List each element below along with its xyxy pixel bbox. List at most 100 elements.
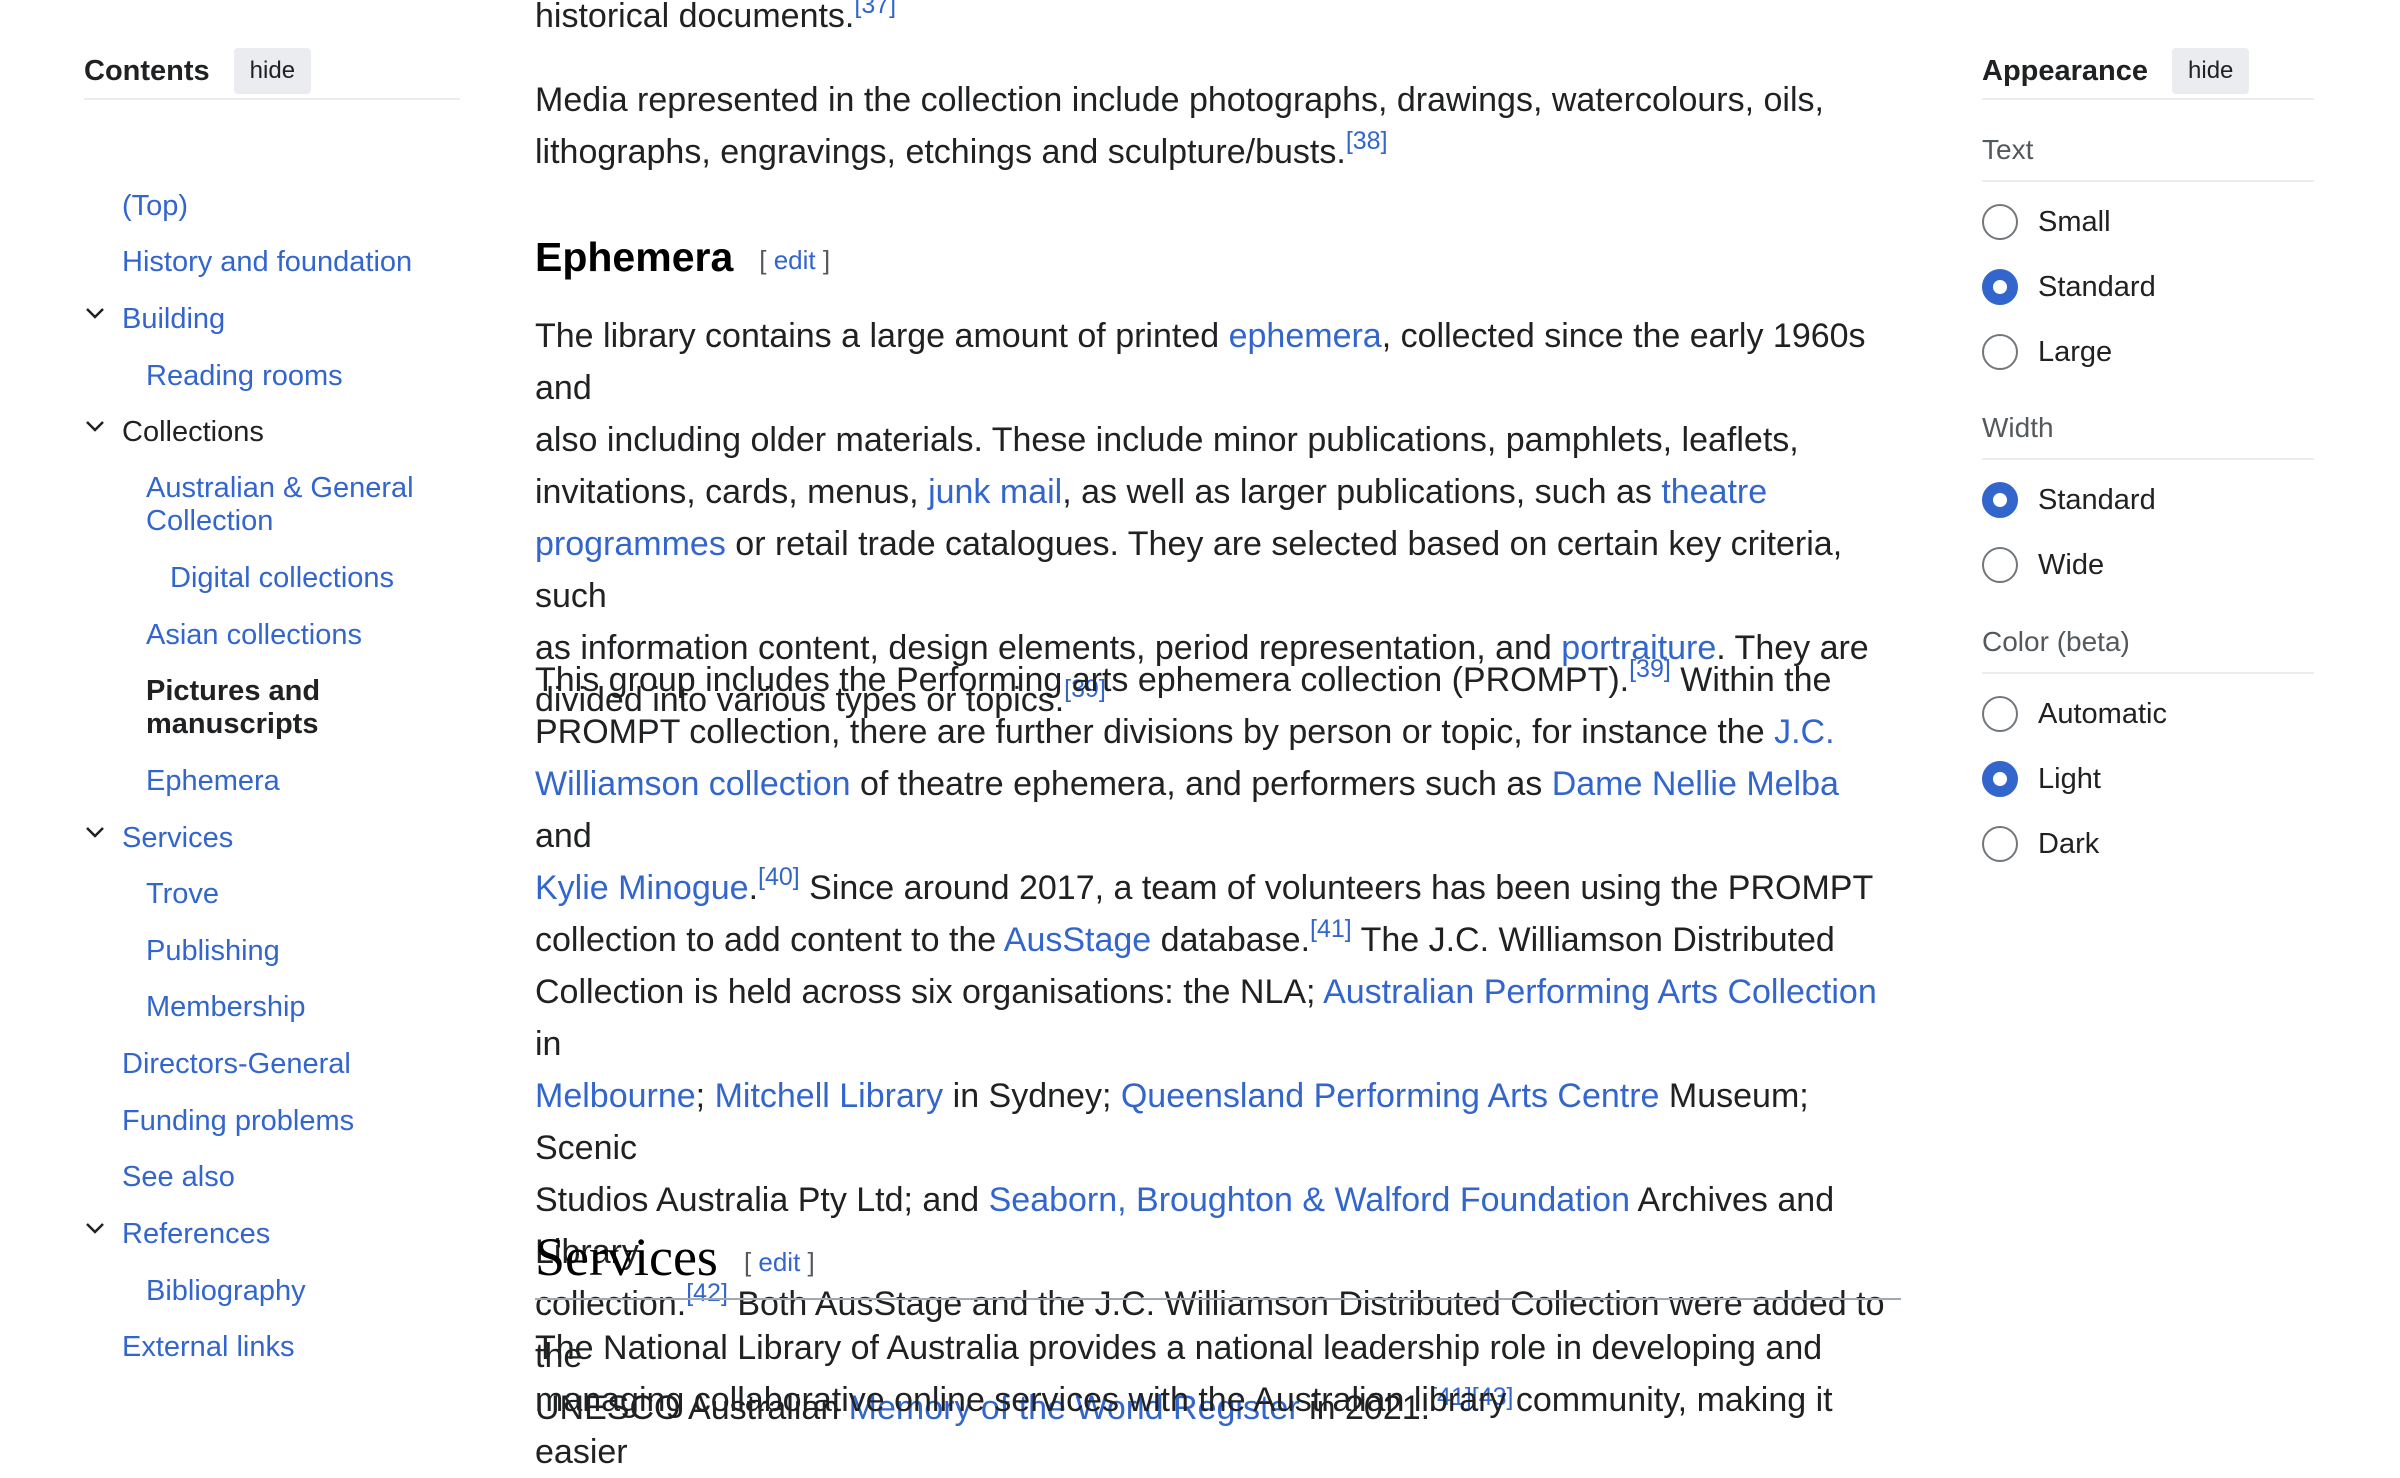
link-melbourne[interactable]: Melbourne — [535, 1077, 696, 1115]
toc-title: Contents — [84, 54, 210, 87]
text: and — [535, 817, 592, 855]
toc-item-collections[interactable]: Collections — [122, 416, 264, 449]
link-apac[interactable]: Australian Performing Arts Collection — [1323, 973, 1877, 1011]
paragraph-ephemera-2: This group includes the Performing arts … — [535, 654, 1901, 1434]
toc-item-directors-general[interactable]: Directors-General — [122, 1048, 351, 1081]
link-kylie-minogue[interactable]: Kylie Minogue — [535, 869, 749, 907]
toc-item-top[interactable]: (Top) — [122, 190, 188, 223]
toc-item-pictures-manuscripts[interactable]: Pictures and manuscripts — [146, 675, 406, 741]
link-ausstage[interactable]: AusStage — [1004, 921, 1151, 959]
text: database. — [1151, 921, 1311, 959]
text: ; — [695, 1077, 715, 1115]
paragraph-fragment: historical documents.[37] — [535, 0, 1901, 42]
toc-item-trove[interactable]: Trove — [146, 878, 219, 911]
toc-item-australian-general[interactable]: Australian & General Collection — [146, 472, 446, 538]
text: . — [748, 869, 759, 907]
citation-link[interactable]: [38] — [1346, 127, 1388, 155]
toc-item-external-links[interactable]: External links — [122, 1331, 294, 1364]
radio-button[interactable] — [1982, 547, 2018, 583]
toc-item-membership[interactable]: Membership — [146, 991, 306, 1024]
paragraph-media: Media represented in the collection incl… — [535, 74, 1901, 178]
citation-link[interactable]: [37] — [854, 0, 896, 19]
radio-button-selected[interactable] — [1982, 761, 2018, 797]
link-nellie-melba[interactable]: Dame Nellie Melba — [1552, 765, 1839, 803]
toc-item-asian-collections[interactable]: Asian collections — [146, 619, 362, 652]
text: Within the — [1670, 661, 1832, 699]
radio-button-selected[interactable] — [1982, 269, 2018, 305]
text: of theatre ephemera, and performers such… — [850, 765, 1552, 803]
radio-color-automatic[interactable]: Automatic — [1982, 696, 2167, 732]
toc-item-services[interactable]: Services — [122, 822, 233, 855]
radio-text-small[interactable]: Small — [1982, 204, 2111, 240]
citation-link[interactable]: [40] — [758, 863, 800, 891]
toc-item-digital-collections[interactable]: Digital collections — [170, 562, 394, 595]
appearance-hide-button[interactable]: hide — [2172, 48, 2250, 94]
heading-text: Ephemera — [535, 234, 734, 280]
chevron-down-icon[interactable] — [84, 302, 106, 324]
link-qpac[interactable]: Queensland Performing Arts Centre — [1121, 1077, 1660, 1115]
chevron-down-icon[interactable] — [84, 1217, 106, 1239]
toc-item-see-also[interactable]: See also — [122, 1161, 235, 1194]
radio-width-wide[interactable]: Wide — [1982, 547, 2104, 583]
radio-label: Automatic — [2038, 697, 2167, 730]
toc-item-references[interactable]: References — [122, 1218, 270, 1251]
radio-button[interactable] — [1982, 696, 2018, 732]
text: also including older materials. These in… — [535, 421, 1799, 459]
toc-item-publishing[interactable]: Publishing — [146, 935, 280, 968]
toc-item-building[interactable]: Building — [122, 303, 225, 336]
link-jc-williamson[interactable]: Williamson collection — [535, 765, 851, 803]
edit-link[interactable]: edit — [758, 1247, 800, 1277]
link-theatre-programmes[interactable]: theatre — [1661, 473, 1767, 511]
chevron-down-icon[interactable] — [84, 415, 106, 437]
link-mitchell-library[interactable]: Mitchell Library — [715, 1077, 944, 1115]
toc-item-bibliography[interactable]: Bibliography — [146, 1275, 306, 1308]
radio-color-dark[interactable]: Dark — [1982, 826, 2099, 862]
text: Since around 2017, a team of volunteers … — [799, 869, 1874, 907]
toc-item-funding-problems[interactable]: Funding problems — [122, 1105, 354, 1138]
text: The library contains a large amount of p… — [535, 317, 1229, 355]
appearance-title: Appearance — [1982, 54, 2149, 87]
toc-item-history[interactable]: History and foundation — [122, 246, 412, 279]
edit-section: [ edit ] — [743, 1247, 815, 1278]
radio-text-large[interactable]: Large — [1982, 334, 2112, 370]
text: managing collaborative online services w… — [535, 1381, 1833, 1471]
radio-button[interactable] — [1982, 204, 2018, 240]
color-label: Color (beta) — [1982, 626, 2314, 674]
radio-button[interactable] — [1982, 826, 2018, 862]
toc-item-reading-rooms[interactable]: Reading rooms — [146, 360, 343, 393]
link-seaborn-foundation[interactable]: Seaborn, Broughton & Walford Foundation — [989, 1181, 1630, 1219]
link-junk-mail[interactable]: junk mail — [928, 473, 1062, 511]
radio-label: Light — [2038, 762, 2101, 795]
text: in Sydney; — [943, 1077, 1121, 1115]
section-heading-ephemera: Ephemera [ edit ] — [535, 234, 830, 281]
text: historical documents. — [535, 0, 855, 35]
section-heading-services: Services [ edit ] — [535, 1226, 1901, 1300]
toc-hide-button[interactable]: hide — [233, 48, 312, 94]
chevron-down-icon[interactable] — [84, 821, 106, 843]
text: Studios Australia Pty Ltd; and — [535, 1181, 989, 1219]
radio-color-light[interactable]: Light — [1982, 761, 2101, 797]
text: collection to add content to the — [535, 921, 1004, 959]
toc-list: (Top) History and foundation Building Re… — [84, 100, 460, 1400]
link-ephemera[interactable]: ephemera — [1229, 317, 1382, 355]
citation-link[interactable]: [39] — [1629, 655, 1671, 683]
link-theatre-programmes[interactable]: programmes — [535, 525, 726, 563]
radio-text-standard[interactable]: Standard — [1982, 269, 2156, 305]
text: Media represented in the collection incl… — [535, 81, 1824, 119]
link-jc-williamson[interactable]: J.C. — [1774, 713, 1834, 751]
edit-section: [ edit ] — [759, 244, 831, 275]
radio-button-selected[interactable] — [1982, 482, 2018, 518]
citation-link[interactable]: [41] — [1310, 915, 1352, 943]
radio-width-standard[interactable]: Standard — [1982, 482, 2156, 518]
text: invitations, cards, menus, — [535, 473, 929, 511]
table-of-contents: Contents hide (Top) History and foundati… — [84, 44, 460, 1400]
radio-label: Small — [2038, 205, 2111, 238]
text: Collection is held across six organisati… — [535, 973, 1324, 1011]
toc-item-ephemera[interactable]: Ephemera — [146, 765, 280, 798]
radio-button[interactable] — [1982, 334, 2018, 370]
text-size-label: Text — [1982, 134, 2314, 182]
edit-link[interactable]: edit — [774, 245, 816, 275]
radio-label: Standard — [2038, 483, 2156, 516]
appearance-header: Appearance hide — [1982, 44, 2314, 100]
toc-header: Contents hide — [84, 44, 460, 100]
